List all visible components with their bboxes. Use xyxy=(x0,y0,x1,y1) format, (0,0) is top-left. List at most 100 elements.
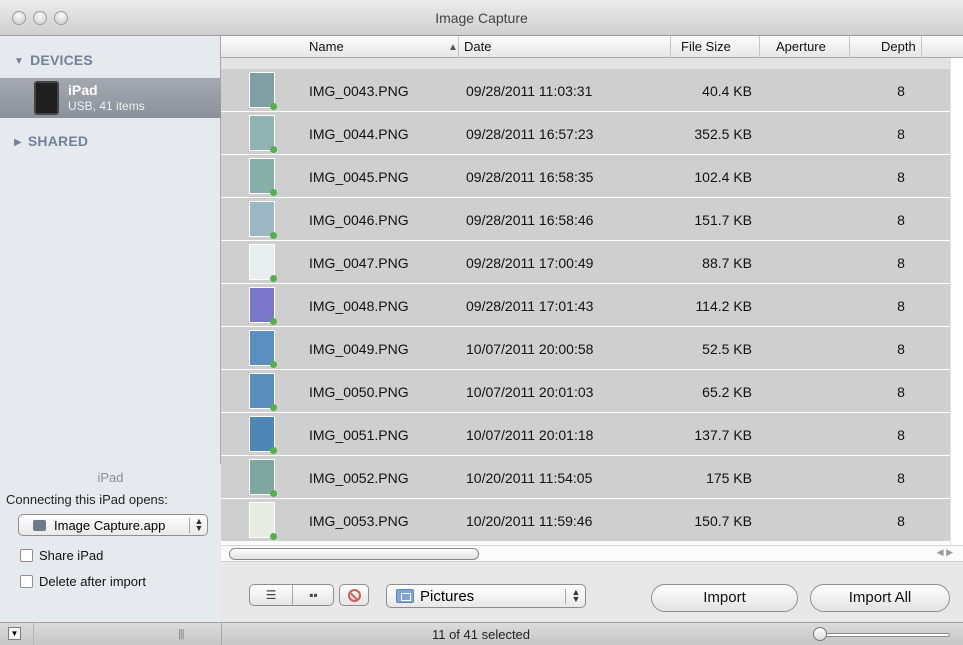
column-header-name[interactable]: Name xyxy=(309,39,344,54)
image-thumbnail xyxy=(249,244,277,282)
import-destination-popup[interactable]: Pictures ▲ ▼ xyxy=(386,584,586,608)
file-size: 114.2 KB xyxy=(695,298,752,314)
column-header-aperture[interactable]: Aperture xyxy=(776,39,826,54)
image-thumbnail xyxy=(249,115,277,153)
image-thumbnail xyxy=(249,287,277,325)
table-row[interactable]: IMG_0046.PNG 09/28/2011 16:58:46 151.7 K… xyxy=(221,198,950,241)
file-depth: 8 xyxy=(897,255,905,271)
table-row[interactable]: IMG_0043.PNG 09/28/2011 11:03:31 40.4 KB… xyxy=(221,69,950,112)
file-name: IMG_0043.PNG xyxy=(309,83,409,99)
file-date: 09/28/2011 17:00:49 xyxy=(466,255,594,271)
image-list: Name ▲ Date File Size Aperture Depth IMG… xyxy=(221,36,963,545)
popup-arrows-icon: ▲ ▼ xyxy=(189,517,208,533)
checkbox-icon xyxy=(20,575,33,588)
devices-section-header[interactable]: ▼ DEVICES xyxy=(14,52,93,68)
table-row[interactable]: IMG_0049.PNG 10/07/2011 20:00:58 52.5 KB… xyxy=(221,327,950,370)
vertical-scrollbar[interactable] xyxy=(950,58,963,545)
column-header-date[interactable]: Date xyxy=(464,39,491,54)
shared-section-header[interactable]: ▶ SHARED xyxy=(14,133,88,149)
file-date: 10/07/2011 20:01:03 xyxy=(466,384,594,400)
table-row[interactable]: IMG_0045.PNG 09/28/2011 16:58:35 102.4 K… xyxy=(221,155,950,198)
file-name: IMG_0048.PNG xyxy=(309,298,409,314)
file-depth: 8 xyxy=(897,513,905,529)
column-header-depth[interactable]: Depth xyxy=(881,39,916,54)
delete-after-import-checkbox[interactable]: Delete after import xyxy=(20,574,146,589)
thumbnail-size-slider[interactable] xyxy=(818,633,950,637)
column-header-file-size[interactable]: File Size xyxy=(681,39,731,54)
slider-knob[interactable] xyxy=(813,627,827,641)
table-row[interactable]: IMG_0050.PNG 10/07/2011 20:01:03 65.2 KB… xyxy=(221,370,950,413)
title-bar: Image Capture xyxy=(0,0,963,36)
disclosure-triangle-icon: ▼ xyxy=(14,56,25,67)
share-ipad-checkbox[interactable]: Share iPad xyxy=(20,548,103,563)
table-row[interactable]: IMG_0052.PNG 10/20/2011 11:54:05 175 KB … xyxy=(221,456,950,499)
file-name: IMG_0047.PNG xyxy=(309,255,409,271)
file-date: 10/07/2011 20:00:58 xyxy=(466,341,594,357)
divider xyxy=(33,623,34,645)
device-settings-panel: iPad Connecting this iPad opens: Image C… xyxy=(0,464,221,622)
scroll-arrows-icon[interactable]: ◀ ▶ xyxy=(937,547,953,558)
file-size: 175 KB xyxy=(706,470,752,486)
file-depth: 8 xyxy=(897,212,905,228)
partial-row xyxy=(221,58,950,69)
scrollbar-thumb[interactable] xyxy=(229,548,479,560)
popup-arrows-icon: ▲ ▼ xyxy=(565,588,586,604)
table-row[interactable]: IMG_0044.PNG 09/28/2011 16:57:23 352.5 K… xyxy=(221,112,950,155)
file-date: 09/28/2011 16:58:35 xyxy=(466,169,594,185)
file-size: 65.2 KB xyxy=(702,384,752,400)
table-row[interactable]: IMG_0048.PNG 09/28/2011 17:01:43 114.2 K… xyxy=(221,284,950,327)
import-all-button[interactable]: Import All xyxy=(810,584,950,612)
import-button[interactable]: Import xyxy=(651,584,798,612)
image-thumbnail xyxy=(249,158,277,196)
file-date: 10/20/2011 11:59:46 xyxy=(466,513,593,529)
file-size: 150.7 KB xyxy=(694,513,752,529)
list-view-button[interactable]: ☰ xyxy=(250,585,292,605)
file-depth: 8 xyxy=(897,126,905,142)
selection-status: 11 of 41 selected xyxy=(431,627,531,642)
file-size: 137.7 KB xyxy=(694,427,752,443)
file-depth: 8 xyxy=(897,169,905,185)
sidebar-menu-icon[interactable]: ▼ xyxy=(8,627,21,640)
file-name: IMG_0049.PNG xyxy=(309,341,409,357)
file-depth: 8 xyxy=(897,427,905,443)
delete-icon xyxy=(348,589,361,602)
sidebar-item-ipad[interactable]: iPad USB, 41 items xyxy=(0,78,221,118)
file-date: 09/28/2011 16:57:23 xyxy=(466,126,594,142)
icon-view-button[interactable]: ▪▪ xyxy=(292,585,334,605)
table-row[interactable]: IMG_0047.PNG 09/28/2011 17:00:49 88.7 KB… xyxy=(221,241,950,284)
image-thumbnail xyxy=(249,330,277,368)
device-label: iPad xyxy=(97,470,124,485)
app-select-popup[interactable]: Image Capture.app ▲ ▼ xyxy=(18,514,208,536)
file-date: 09/28/2011 11:03:31 xyxy=(466,83,593,99)
file-depth: 8 xyxy=(897,298,905,314)
disclosure-triangle-icon: ▶ xyxy=(14,137,22,148)
image-thumbnail xyxy=(249,373,277,411)
status-bar: ▼ ||| 11 of 41 selected xyxy=(0,622,963,645)
ipad-device-icon xyxy=(34,81,59,115)
table-row[interactable]: IMG_0053.PNG 10/20/2011 11:59:46 150.7 K… xyxy=(221,499,950,542)
sort-ascending-icon: ▲ xyxy=(448,42,458,53)
app-icon xyxy=(33,520,46,531)
file-size: 88.7 KB xyxy=(702,255,752,271)
delete-button[interactable] xyxy=(339,584,369,606)
file-depth: 8 xyxy=(897,341,905,357)
file-name: IMG_0045.PNG xyxy=(309,169,409,185)
table-row[interactable]: IMG_0051.PNG 10/07/2011 20:01:18 137.7 K… xyxy=(221,413,950,456)
folder-icon xyxy=(396,589,414,603)
file-depth: 8 xyxy=(897,470,905,486)
file-size: 151.7 KB xyxy=(694,212,752,228)
column-header-bar: Name ▲ Date File Size Aperture Depth xyxy=(221,36,963,58)
file-depth: 8 xyxy=(897,83,905,99)
image-thumbnail xyxy=(249,416,277,454)
horizontal-scrollbar[interactable]: ◀ ▶ xyxy=(221,545,963,561)
file-name: IMG_0052.PNG xyxy=(309,470,409,486)
destination-value: Pictures xyxy=(420,588,475,605)
image-thumbnail xyxy=(249,502,277,540)
file-name: IMG_0050.PNG xyxy=(309,384,409,400)
resize-grip-icon[interactable]: ||| xyxy=(178,628,185,640)
file-date: 09/28/2011 17:01:43 xyxy=(466,298,594,314)
file-date: 10/20/2011 11:54:05 xyxy=(466,470,593,486)
file-size: 102.4 KB xyxy=(694,169,752,185)
file-depth: 8 xyxy=(897,384,905,400)
file-date: 10/07/2011 20:01:18 xyxy=(466,427,594,443)
